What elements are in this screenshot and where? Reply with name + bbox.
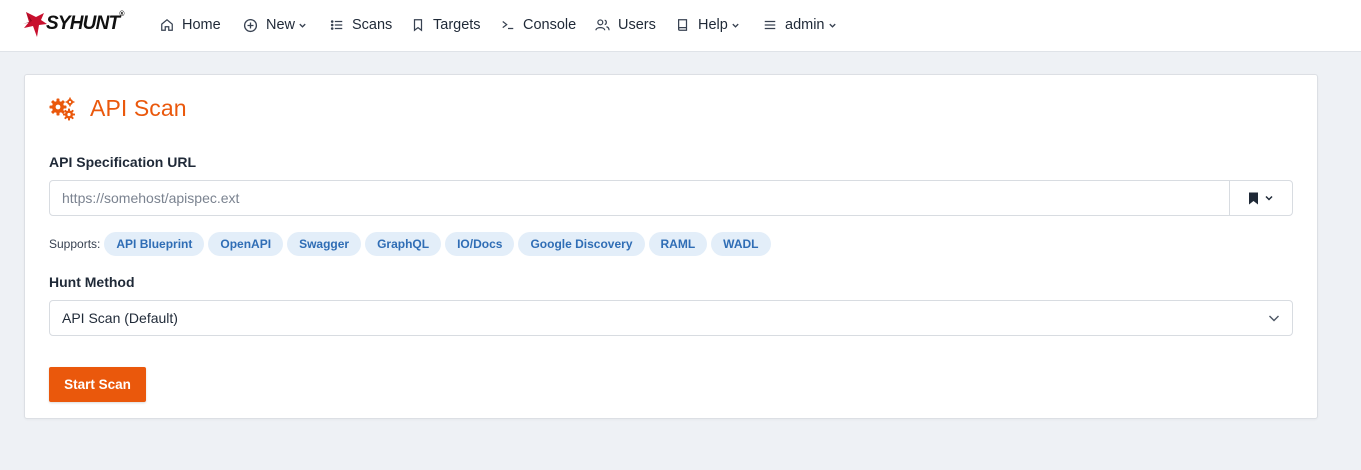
start-scan-button[interactable]: Start Scan [49, 367, 146, 402]
users-icon [595, 19, 610, 31]
chevron-down-icon [1265, 195, 1273, 201]
nav-admin[interactable]: admin [763, 14, 837, 36]
nav-admin-label: admin [785, 17, 825, 33]
nav-home[interactable]: Home [160, 14, 221, 36]
home-icon [161, 18, 173, 31]
bookmark-dropdown-button[interactable] [1229, 181, 1292, 215]
hunt-method-select[interactable]: API Scan (Default) [49, 300, 1293, 336]
gears-icon [49, 97, 75, 120]
api-url-group [49, 180, 1293, 216]
format-pill-google-discovery[interactable]: Google Discovery [518, 232, 645, 256]
format-pill-iodocs[interactable]: IO/Docs [445, 232, 515, 256]
chevron-down-icon [1269, 315, 1279, 322]
format-pill-raml[interactable]: RAML [648, 232, 708, 256]
book-icon [678, 19, 688, 31]
menu-icon [764, 20, 776, 30]
api-scan-card: API Scan API Specification URL Supports:… [24, 74, 1318, 419]
nav-users[interactable]: Users [595, 14, 656, 36]
nav-targets-label: Targets [433, 17, 481, 33]
supported-formats: Supports: API Blueprint OpenAPI Swagger … [49, 232, 775, 256]
logo-text: SYHUNT® [46, 11, 125, 34]
bookmark-icon [413, 19, 423, 32]
bookmark-filled-icon [1249, 192, 1258, 204]
top-navbar: SYHUNT® Home New Scans Targets Console U… [0, 0, 1361, 52]
nav-targets[interactable]: Targets [411, 14, 481, 36]
nav-new-label: New [266, 17, 296, 33]
format-pill-swagger[interactable]: Swagger [287, 232, 362, 256]
nav-scans-label: Scans [352, 17, 393, 33]
hunt-method-value: API Scan (Default) [62, 310, 178, 326]
terminal-icon [502, 21, 514, 30]
plus-circle-icon [243, 18, 258, 32]
format-pill-api-blueprint[interactable]: API Blueprint [104, 232, 205, 256]
nav-help-label: Help [698, 17, 728, 33]
nav-scans[interactable]: Scans [330, 14, 392, 36]
api-url-label: API Specification URL [49, 154, 197, 170]
chevron-down-icon [299, 23, 306, 28]
hunt-method-label: Hunt Method [49, 274, 135, 290]
nav-new[interactable]: New [243, 14, 307, 36]
syhunt-logo[interactable]: SYHUNT® [22, 10, 125, 38]
page-title: API Scan [90, 95, 187, 121]
chevron-down-icon [732, 23, 739, 28]
logo-mark-icon [23, 12, 47, 37]
format-pill-openapi[interactable]: OpenAPI [208, 232, 284, 256]
supports-label: Supports: [49, 237, 101, 251]
nav-console-label: Console [523, 17, 577, 33]
nav-help[interactable]: Help [676, 14, 740, 36]
list-icon [330, 20, 343, 30]
chevron-down-icon [828, 23, 836, 28]
format-pill-graphql[interactable]: GraphQL [365, 232, 442, 256]
format-pill-wadl[interactable]: WADL [711, 232, 771, 256]
nav-console[interactable]: Console [501, 14, 576, 36]
api-url-input[interactable] [50, 181, 1229, 215]
nav-home-label: Home [182, 17, 221, 33]
page-header: API Scan [49, 95, 187, 122]
nav-users-label: Users [618, 17, 656, 33]
